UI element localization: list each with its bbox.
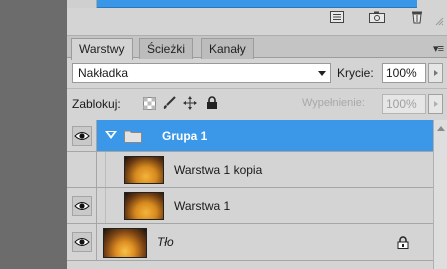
lock-icon bbox=[397, 236, 409, 249]
layer-row[interactable]: Warstwa 1 bbox=[67, 188, 433, 224]
eye-icon[interactable] bbox=[71, 125, 92, 146]
previous-eye-cell bbox=[67, 0, 97, 8]
group-indent-line bbox=[105, 152, 106, 187]
blend-mode-value: Nakładka bbox=[78, 66, 129, 80]
camera-snapshot-icon[interactable] bbox=[369, 10, 385, 24]
previous-selected-row bbox=[97, 0, 417, 8]
tab-paths[interactable]: Ścieżki bbox=[139, 38, 194, 59]
panel-tab-bar: Warstwy Ścieżki Kanały ▾≡ bbox=[67, 35, 447, 60]
group-indent-line bbox=[105, 188, 106, 223]
resize-grip-icon[interactable] bbox=[434, 16, 444, 26]
blend-mode-select[interactable]: Nakładka bbox=[72, 63, 331, 83]
scroll-up-icon[interactable] bbox=[437, 126, 445, 131]
new-list-icon[interactable] bbox=[329, 10, 345, 24]
layers-scrollbar[interactable] bbox=[433, 120, 447, 269]
previous-panel-footer bbox=[67, 0, 447, 31]
opacity-input[interactable]: 100% bbox=[382, 63, 426, 83]
eye-icon[interactable] bbox=[71, 232, 92, 252]
lock-image-brush-icon[interactable] bbox=[162, 96, 176, 110]
previous-panel-actions bbox=[329, 10, 425, 24]
opacity-label: Krycie: bbox=[337, 66, 374, 80]
expand-triangle-icon[interactable] bbox=[105, 131, 117, 139]
layer-row-background[interactable]: Tło bbox=[67, 224, 433, 261]
layers-panel: Warstwy Ścieżki Kanały ▾≡ Nakładka Kryci… bbox=[67, 0, 447, 269]
opacity-slider-button[interactable] bbox=[428, 63, 443, 83]
layer-thumbnail bbox=[103, 228, 147, 258]
panel-menu-icon[interactable]: ▾≡ bbox=[433, 42, 444, 55]
left-workspace-strip bbox=[0, 0, 67, 269]
layer-row[interactable]: Warstwa 1 kopia bbox=[67, 152, 433, 188]
folder-icon bbox=[124, 130, 142, 143]
lock-label: Zablokuj: bbox=[72, 97, 121, 111]
visibility-cell[interactable] bbox=[67, 188, 97, 223]
visibility-cell-empty[interactable] bbox=[67, 152, 97, 187]
tab-layers[interactable]: Warstwy bbox=[71, 38, 133, 60]
blend-row: Nakładka Krycie: 100% bbox=[67, 58, 447, 88]
fill-label: Wypełnienie: bbox=[302, 97, 365, 109]
layers-list: Grupa 1 Warstwa 1 kopia Warstwa 1 Tło bbox=[67, 120, 433, 269]
trash-icon[interactable] bbox=[409, 10, 425, 24]
layer-name: Warstwa 1 bbox=[174, 199, 231, 213]
visibility-cell[interactable] bbox=[67, 224, 97, 260]
lock-transparency-icon[interactable] bbox=[142, 96, 156, 110]
layer-name: Tło bbox=[157, 235, 174, 249]
lock-all-icon[interactable] bbox=[205, 96, 219, 110]
eye-icon[interactable] bbox=[71, 195, 92, 216]
layer-thumbnail bbox=[124, 192, 164, 220]
lock-row: Zablokuj: Wypełnienie: 100% bbox=[67, 88, 447, 118]
dropdown-arrow-icon bbox=[318, 71, 326, 76]
layer-name: Grupa 1 bbox=[162, 129, 208, 143]
visibility-cell[interactable] bbox=[67, 120, 97, 151]
layer-thumbnail bbox=[124, 156, 164, 184]
layer-row-group[interactable]: Grupa 1 bbox=[67, 120, 433, 152]
fill-slider-button[interactable] bbox=[428, 94, 443, 114]
tab-channels[interactable]: Kanały bbox=[201, 38, 254, 59]
lock-position-move-icon[interactable] bbox=[183, 96, 197, 110]
fill-input[interactable]: 100% bbox=[382, 94, 426, 114]
layer-name: Warstwa 1 kopia bbox=[174, 163, 263, 177]
